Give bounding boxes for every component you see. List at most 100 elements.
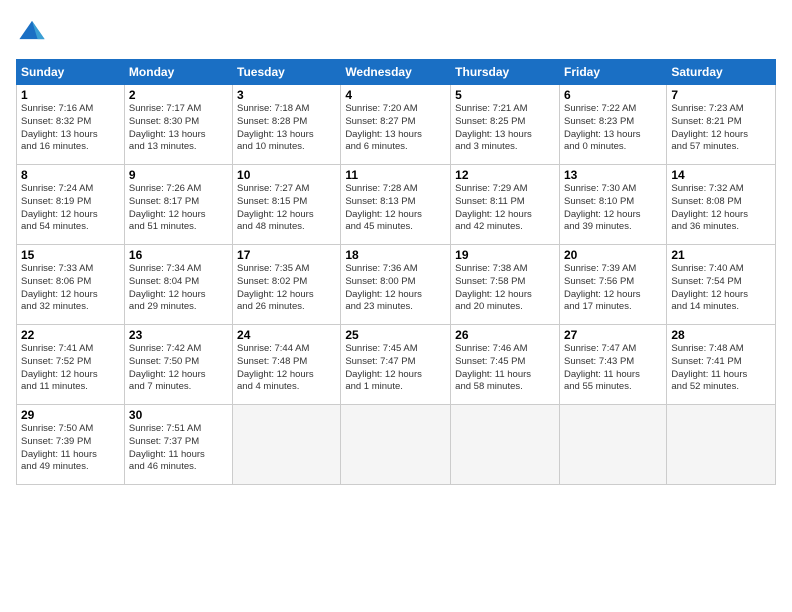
calendar-week-row: 8Sunrise: 7:24 AMSunset: 8:19 PMDaylight…	[17, 165, 776, 245]
day-number: 23	[129, 328, 228, 342]
day-info: Sunrise: 7:22 AMSunset: 8:23 PMDaylight:…	[564, 103, 662, 154]
day-info: Sunrise: 7:38 AMSunset: 7:58 PMDaylight:…	[455, 263, 555, 314]
day-number: 12	[455, 168, 555, 182]
calendar-cell	[559, 405, 666, 485]
header	[16, 16, 776, 49]
day-info: Sunrise: 7:51 AMSunset: 7:37 PMDaylight:…	[129, 423, 228, 474]
calendar-cell: 3Sunrise: 7:18 AMSunset: 8:28 PMDaylight…	[233, 85, 341, 165]
day-number: 21	[671, 248, 771, 262]
calendar-cell	[667, 405, 776, 485]
day-number: 13	[564, 168, 662, 182]
day-info: Sunrise: 7:50 AMSunset: 7:39 PMDaylight:…	[21, 423, 120, 474]
day-number: 29	[21, 408, 120, 422]
day-number: 15	[21, 248, 120, 262]
day-number: 9	[129, 168, 228, 182]
calendar-cell: 26Sunrise: 7:46 AMSunset: 7:45 PMDayligh…	[451, 325, 560, 405]
weekday-header-wednesday: Wednesday	[341, 60, 451, 85]
weekday-header-row: SundayMondayTuesdayWednesdayThursdayFrid…	[17, 60, 776, 85]
calendar-cell: 15Sunrise: 7:33 AMSunset: 8:06 PMDayligh…	[17, 245, 125, 325]
calendar-cell: 14Sunrise: 7:32 AMSunset: 8:08 PMDayligh…	[667, 165, 776, 245]
day-info: Sunrise: 7:18 AMSunset: 8:28 PMDaylight:…	[237, 103, 336, 154]
calendar-cell: 8Sunrise: 7:24 AMSunset: 8:19 PMDaylight…	[17, 165, 125, 245]
day-info: Sunrise: 7:40 AMSunset: 7:54 PMDaylight:…	[671, 263, 771, 314]
day-info: Sunrise: 7:47 AMSunset: 7:43 PMDaylight:…	[564, 343, 662, 394]
calendar-cell: 6Sunrise: 7:22 AMSunset: 8:23 PMDaylight…	[559, 85, 666, 165]
calendar-cell: 24Sunrise: 7:44 AMSunset: 7:48 PMDayligh…	[233, 325, 341, 405]
day-number: 2	[129, 88, 228, 102]
day-number: 7	[671, 88, 771, 102]
weekday-header-sunday: Sunday	[17, 60, 125, 85]
day-number: 11	[345, 168, 446, 182]
day-number: 22	[21, 328, 120, 342]
day-number: 19	[455, 248, 555, 262]
day-number: 16	[129, 248, 228, 262]
weekday-header-thursday: Thursday	[451, 60, 560, 85]
calendar-cell	[233, 405, 341, 485]
weekday-header-monday: Monday	[124, 60, 232, 85]
day-info: Sunrise: 7:41 AMSunset: 7:52 PMDaylight:…	[21, 343, 120, 394]
day-info: Sunrise: 7:35 AMSunset: 8:02 PMDaylight:…	[237, 263, 336, 314]
calendar-week-row: 29Sunrise: 7:50 AMSunset: 7:39 PMDayligh…	[17, 405, 776, 485]
day-number: 8	[21, 168, 120, 182]
calendar-cell: 22Sunrise: 7:41 AMSunset: 7:52 PMDayligh…	[17, 325, 125, 405]
calendar-cell: 18Sunrise: 7:36 AMSunset: 8:00 PMDayligh…	[341, 245, 451, 325]
day-info: Sunrise: 7:28 AMSunset: 8:13 PMDaylight:…	[345, 183, 446, 234]
calendar-cell: 9Sunrise: 7:26 AMSunset: 8:17 PMDaylight…	[124, 165, 232, 245]
day-number: 24	[237, 328, 336, 342]
day-number: 30	[129, 408, 228, 422]
weekday-header-saturday: Saturday	[667, 60, 776, 85]
day-info: Sunrise: 7:21 AMSunset: 8:25 PMDaylight:…	[455, 103, 555, 154]
calendar-cell: 28Sunrise: 7:48 AMSunset: 7:41 PMDayligh…	[667, 325, 776, 405]
calendar-table: SundayMondayTuesdayWednesdayThursdayFrid…	[16, 59, 776, 485]
day-number: 18	[345, 248, 446, 262]
day-info: Sunrise: 7:34 AMSunset: 8:04 PMDaylight:…	[129, 263, 228, 314]
calendar-cell: 20Sunrise: 7:39 AMSunset: 7:56 PMDayligh…	[559, 245, 666, 325]
weekday-header-tuesday: Tuesday	[233, 60, 341, 85]
day-info: Sunrise: 7:48 AMSunset: 7:41 PMDaylight:…	[671, 343, 771, 394]
calendar-cell: 2Sunrise: 7:17 AMSunset: 8:30 PMDaylight…	[124, 85, 232, 165]
weekday-header-friday: Friday	[559, 60, 666, 85]
calendar-cell: 17Sunrise: 7:35 AMSunset: 8:02 PMDayligh…	[233, 245, 341, 325]
calendar-cell: 11Sunrise: 7:28 AMSunset: 8:13 PMDayligh…	[341, 165, 451, 245]
day-number: 4	[345, 88, 446, 102]
calendar-cell: 19Sunrise: 7:38 AMSunset: 7:58 PMDayligh…	[451, 245, 560, 325]
calendar-week-row: 15Sunrise: 7:33 AMSunset: 8:06 PMDayligh…	[17, 245, 776, 325]
calendar-cell: 23Sunrise: 7:42 AMSunset: 7:50 PMDayligh…	[124, 325, 232, 405]
calendar-week-row: 1Sunrise: 7:16 AMSunset: 8:32 PMDaylight…	[17, 85, 776, 165]
day-info: Sunrise: 7:26 AMSunset: 8:17 PMDaylight:…	[129, 183, 228, 234]
day-number: 25	[345, 328, 446, 342]
day-number: 28	[671, 328, 771, 342]
day-number: 3	[237, 88, 336, 102]
day-info: Sunrise: 7:27 AMSunset: 8:15 PMDaylight:…	[237, 183, 336, 234]
day-info: Sunrise: 7:42 AMSunset: 7:50 PMDaylight:…	[129, 343, 228, 394]
day-info: Sunrise: 7:29 AMSunset: 8:11 PMDaylight:…	[455, 183, 555, 234]
day-number: 1	[21, 88, 120, 102]
day-info: Sunrise: 7:44 AMSunset: 7:48 PMDaylight:…	[237, 343, 336, 394]
day-number: 5	[455, 88, 555, 102]
calendar-cell: 7Sunrise: 7:23 AMSunset: 8:21 PMDaylight…	[667, 85, 776, 165]
calendar-cell: 5Sunrise: 7:21 AMSunset: 8:25 PMDaylight…	[451, 85, 560, 165]
day-info: Sunrise: 7:24 AMSunset: 8:19 PMDaylight:…	[21, 183, 120, 234]
logo-icon	[18, 16, 46, 44]
calendar-cell: 27Sunrise: 7:47 AMSunset: 7:43 PMDayligh…	[559, 325, 666, 405]
calendar-cell: 1Sunrise: 7:16 AMSunset: 8:32 PMDaylight…	[17, 85, 125, 165]
day-info: Sunrise: 7:17 AMSunset: 8:30 PMDaylight:…	[129, 103, 228, 154]
day-info: Sunrise: 7:46 AMSunset: 7:45 PMDaylight:…	[455, 343, 555, 394]
calendar-cell: 4Sunrise: 7:20 AMSunset: 8:27 PMDaylight…	[341, 85, 451, 165]
calendar-cell: 25Sunrise: 7:45 AMSunset: 7:47 PMDayligh…	[341, 325, 451, 405]
day-info: Sunrise: 7:23 AMSunset: 8:21 PMDaylight:…	[671, 103, 771, 154]
day-info: Sunrise: 7:20 AMSunset: 8:27 PMDaylight:…	[345, 103, 446, 154]
calendar-cell: 30Sunrise: 7:51 AMSunset: 7:37 PMDayligh…	[124, 405, 232, 485]
day-info: Sunrise: 7:36 AMSunset: 8:00 PMDaylight:…	[345, 263, 446, 314]
day-number: 6	[564, 88, 662, 102]
day-number: 10	[237, 168, 336, 182]
calendar-cell: 12Sunrise: 7:29 AMSunset: 8:11 PMDayligh…	[451, 165, 560, 245]
day-number: 20	[564, 248, 662, 262]
calendar-week-row: 22Sunrise: 7:41 AMSunset: 7:52 PMDayligh…	[17, 325, 776, 405]
calendar-cell	[451, 405, 560, 485]
day-number: 14	[671, 168, 771, 182]
day-number: 26	[455, 328, 555, 342]
day-info: Sunrise: 7:39 AMSunset: 7:56 PMDaylight:…	[564, 263, 662, 314]
calendar-cell: 16Sunrise: 7:34 AMSunset: 8:04 PMDayligh…	[124, 245, 232, 325]
day-info: Sunrise: 7:32 AMSunset: 8:08 PMDaylight:…	[671, 183, 771, 234]
